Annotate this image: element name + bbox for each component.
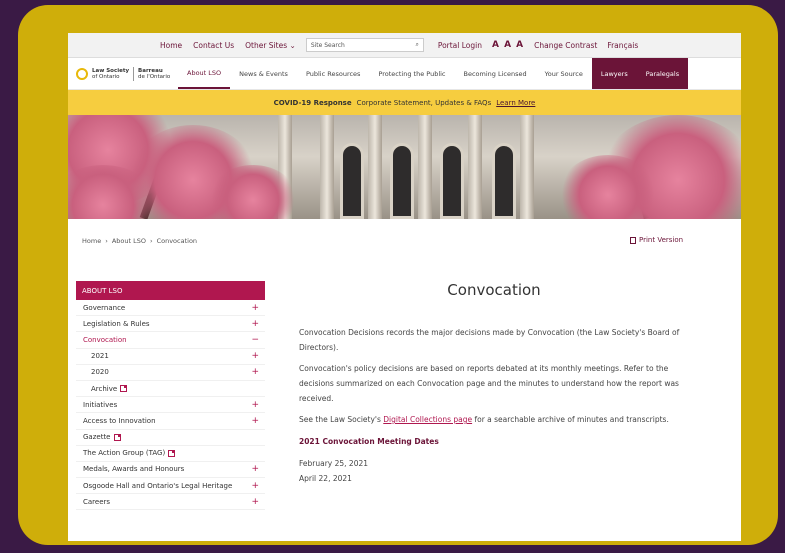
external-link-icon xyxy=(168,449,176,457)
breadcrumb: Home › About LSO › Convocation xyxy=(82,237,197,245)
archive-paragraph: See the Law Society's Digital Collection… xyxy=(299,415,669,424)
expand-icon[interactable]: + xyxy=(251,497,259,507)
hero-image xyxy=(68,115,741,219)
main-content: Convocation Convocation Decisions record… xyxy=(299,281,689,486)
expand-icon[interactable]: + xyxy=(251,367,259,377)
breadcrumb-home[interactable]: Home xyxy=(82,237,101,245)
print-version-link[interactable]: Print Version xyxy=(630,236,683,244)
main-nav: Law Society of Ontario Barreau de l'Ontari… xyxy=(68,58,741,90)
home-link[interactable]: Home xyxy=(160,41,182,50)
expand-icon[interactable]: + xyxy=(251,351,259,361)
chevron-right-icon: › xyxy=(149,237,153,245)
sidebar-item-tag[interactable]: The Action Group (TAG) xyxy=(76,446,265,462)
sidebar-header[interactable]: ABOUT LSO xyxy=(76,281,265,300)
sidebar-item-medals[interactable]: Medals, Awards and Honours + xyxy=(76,462,265,479)
nav-becoming-licensed[interactable]: Becoming Licensed xyxy=(455,58,536,89)
sidebar-item-archive[interactable]: Archive xyxy=(76,381,265,398)
learn-more-link[interactable]: Learn More xyxy=(496,99,535,107)
sidebar-item-access-innovation[interactable]: Access to Innovation + xyxy=(76,413,265,430)
external-link-icon xyxy=(113,433,121,441)
portal-login-link[interactable]: Portal Login xyxy=(438,41,482,50)
sidebar-item-governance[interactable]: Governance + xyxy=(76,300,265,317)
nav-news-events[interactable]: News & Events xyxy=(230,58,297,89)
contact-link[interactable]: Contact Us xyxy=(193,41,234,50)
nav-your-source[interactable]: Your Source xyxy=(536,58,592,89)
external-link-icon xyxy=(120,385,128,393)
expand-icon[interactable]: + xyxy=(251,464,259,474)
sidebar-item-gazette[interactable]: Gazette xyxy=(76,430,265,446)
policy-paragraph: Convocation's policy decisions are based… xyxy=(299,364,679,403)
nav-public-resources[interactable]: Public Resources xyxy=(297,58,370,89)
nav-about-lso[interactable]: About LSO xyxy=(178,58,231,89)
digital-collections-link[interactable]: Digital Collections page xyxy=(383,415,472,424)
meeting-dates-heading: 2021 Convocation Meeting Dates xyxy=(299,437,439,446)
sidebar-item-legislation[interactable]: Legislation & Rules + xyxy=(76,316,265,333)
other-sites-dropdown[interactable]: Other Sites ⌄ xyxy=(245,41,296,50)
sidebar-item-careers[interactable]: Careers + xyxy=(76,494,265,511)
logo-ring-icon xyxy=(76,67,88,80)
browser-page: Home Contact Us Other Sites ⌄ Site Searc… xyxy=(68,33,741,541)
language-link[interactable]: Français xyxy=(607,41,638,50)
breadcrumb-current: Convocation xyxy=(156,237,198,245)
lso-logo[interactable]: Law Society of Ontario Barreau de l'Ontari… xyxy=(76,66,178,81)
text-size-control[interactable]: A A A xyxy=(492,40,524,50)
breadcrumb-about[interactable]: About LSO xyxy=(112,237,146,245)
print-icon xyxy=(630,236,636,244)
nav-lawyers[interactable]: Lawyers xyxy=(591,58,637,89)
collapse-icon[interactable]: − xyxy=(251,335,259,345)
expand-icon[interactable]: + xyxy=(251,416,259,426)
meeting-date: April 22, 2021 xyxy=(299,474,352,483)
sidebar-item-convocation[interactable]: Convocation − xyxy=(76,332,265,349)
utility-bar: Home Contact Us Other Sites ⌄ Site Searc… xyxy=(68,33,741,58)
sidebar-item-osgoode[interactable]: Osgoode Hall and Ontario's Legal Heritag… xyxy=(76,478,265,495)
chevron-right-icon: › xyxy=(105,237,108,245)
expand-icon[interactable]: + xyxy=(251,303,259,313)
sidebar-item-2020[interactable]: 2020 + xyxy=(76,365,265,381)
expand-icon[interactable]: + xyxy=(251,481,259,491)
search-input[interactable]: Site Search ⌕ xyxy=(305,38,424,52)
meeting-date: February 25, 2021 xyxy=(299,459,369,468)
nav-paralegals[interactable]: Paralegals xyxy=(636,58,689,89)
page-title: Convocation xyxy=(447,281,541,299)
intro-paragraph: Convocation Decisions records the major … xyxy=(299,328,680,352)
sidebar-item-2021[interactable]: 2021 + xyxy=(76,349,265,365)
covid-banner: COVID-19 Response Corporate Statement, U… xyxy=(68,90,741,115)
search-icon[interactable]: ⌕ xyxy=(415,41,418,49)
sidebar: ABOUT LSO Governance + Legislation & Rule… xyxy=(76,281,265,511)
change-contrast-link[interactable]: Change Contrast xyxy=(534,41,597,50)
nav-protecting-public[interactable]: Protecting the Public xyxy=(369,58,454,89)
expand-icon[interactable]: + xyxy=(251,319,259,329)
sidebar-item-initiatives[interactable]: Initiatives + xyxy=(76,397,265,414)
expand-icon[interactable]: + xyxy=(251,400,259,410)
chevron-down-icon: ⌄ xyxy=(289,40,296,50)
